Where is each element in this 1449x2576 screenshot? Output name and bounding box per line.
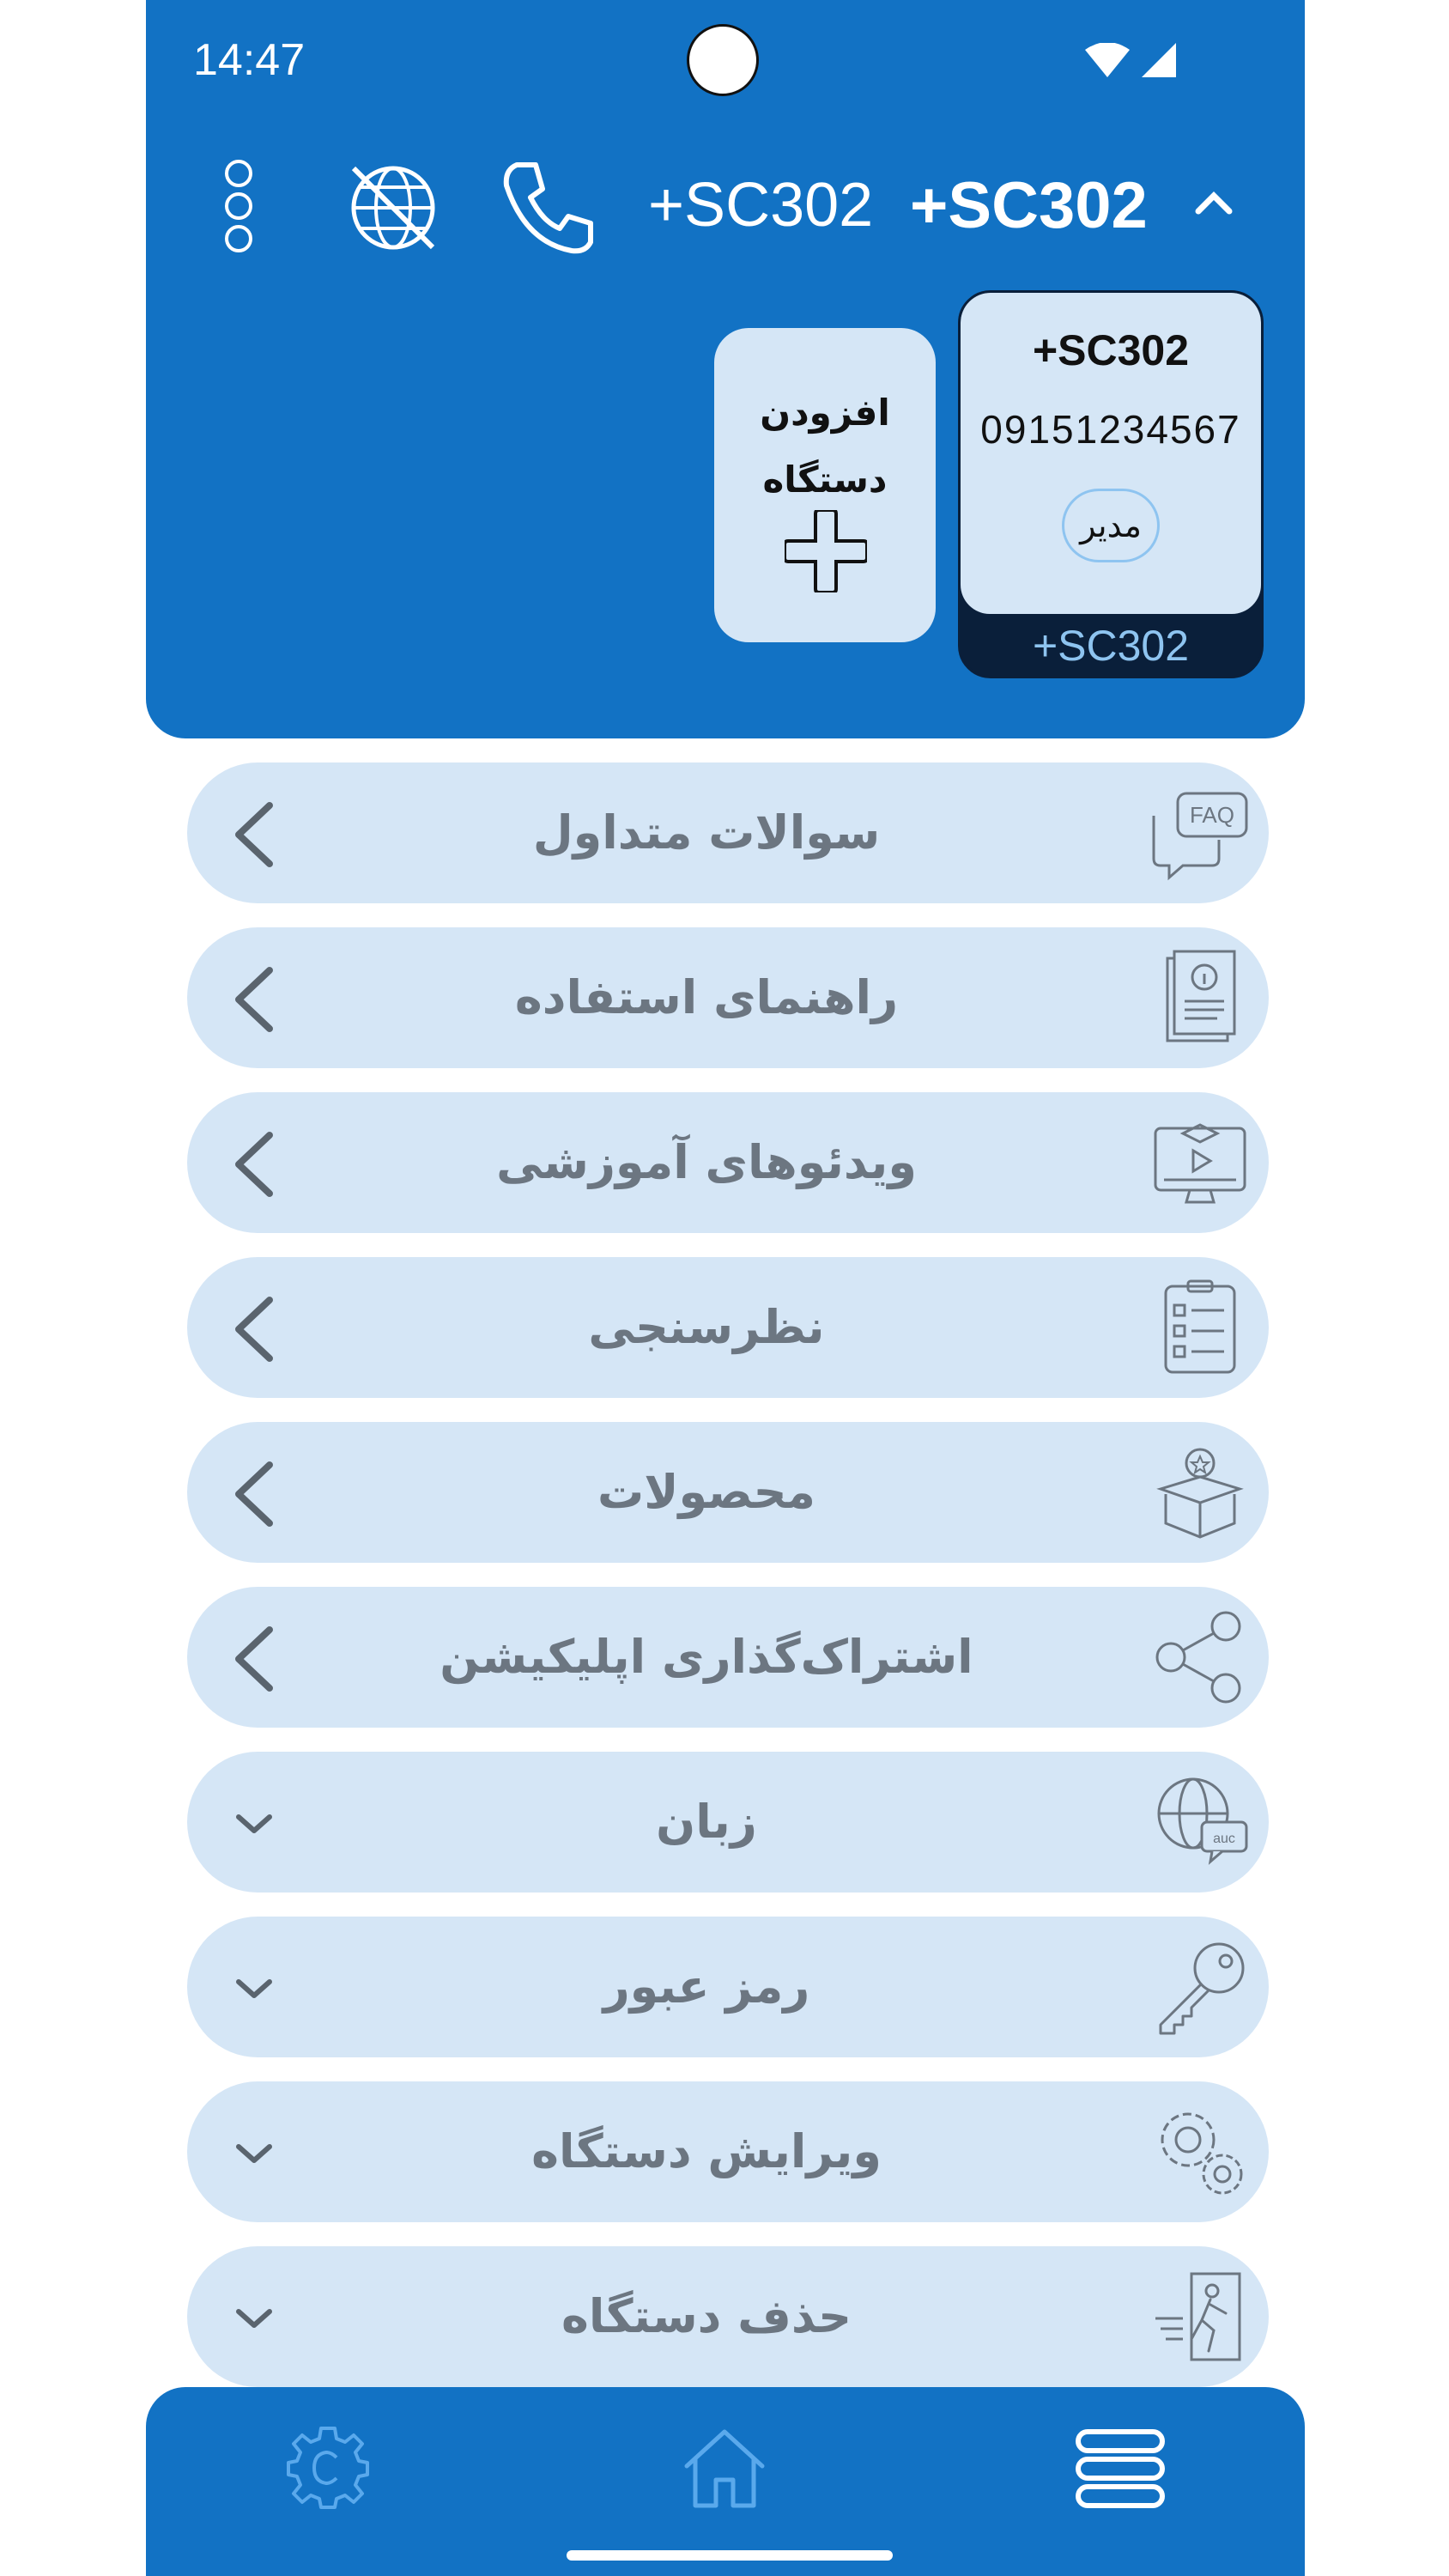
home-icon[interactable] bbox=[680, 2423, 769, 2512]
menu-item-edit-device[interactable]: ویرایش دستگاه bbox=[187, 2081, 1269, 2222]
device-card-name: +SC302 bbox=[1032, 326, 1190, 374]
menu-item-label: محصولات bbox=[597, 1465, 815, 1519]
bottom-navigation bbox=[146, 2387, 1305, 2576]
device-title[interactable]: +SC302 bbox=[910, 168, 1148, 243]
chevron-left-icon bbox=[235, 1626, 273, 1692]
signal-icon bbox=[1142, 43, 1176, 77]
chevron-left-icon bbox=[235, 802, 273, 867]
plus-icon bbox=[785, 510, 867, 592]
product-box-icon bbox=[1156, 1448, 1244, 1539]
chevron-left-icon bbox=[235, 1297, 273, 1362]
home-indicator[interactable] bbox=[567, 2550, 893, 2561]
add-device-label-2: دستگاه bbox=[762, 459, 888, 501]
chevron-down-icon bbox=[236, 1814, 272, 1833]
faq-icon: FAQ bbox=[1152, 792, 1248, 881]
more-options-icon[interactable] bbox=[221, 155, 256, 258]
menu-item-label: راهنمای استفاده bbox=[514, 970, 899, 1024]
menu-item-label: ویدئوهای آموزشی bbox=[496, 1135, 917, 1189]
chevron-left-icon bbox=[235, 1132, 273, 1197]
chevron-down-icon bbox=[236, 1979, 272, 1998]
menu-item-faq[interactable]: سوالات متداول FAQ bbox=[187, 762, 1269, 903]
menu-stack-icon[interactable] bbox=[1073, 2423, 1167, 2512]
menu-item-label: ویرایش دستگاه bbox=[531, 2124, 882, 2178]
chevron-left-icon bbox=[235, 1461, 273, 1527]
svg-text:auc: auc bbox=[1213, 1832, 1235, 1846]
chevron-down-icon bbox=[236, 2309, 272, 2328]
add-device-label-1: افزودن bbox=[760, 392, 890, 434]
phone-call-icon[interactable] bbox=[500, 160, 596, 256]
share-icon bbox=[1155, 1611, 1241, 1704]
device-card-phone: 09151234567 bbox=[980, 407, 1241, 452]
offline-globe-icon[interactable] bbox=[342, 156, 445, 259]
chevron-down-icon bbox=[236, 2144, 272, 2163]
exit-door-icon bbox=[1155, 2272, 1241, 2361]
chevron-up-icon[interactable] bbox=[1195, 189, 1233, 215]
status-time: 14:47 bbox=[193, 35, 306, 85]
guide-document-icon bbox=[1166, 950, 1236, 1042]
menu-item-label: رمز عبور bbox=[603, 1959, 810, 2014]
menu-item-label: اشتراک‌گذاری اپلیکیشن bbox=[440, 1630, 973, 1684]
menu-item-share[interactable]: اشتراک‌گذاری اپلیکیشن bbox=[187, 1587, 1269, 1728]
menu-item-products[interactable]: محصولات bbox=[187, 1422, 1269, 1563]
settings-gear-icon[interactable] bbox=[283, 2423, 373, 2512]
menu-item-delete-device[interactable]: حذف دستگاه bbox=[187, 2246, 1269, 2387]
svg-text:FAQ: FAQ bbox=[1190, 802, 1234, 828]
device-card[interactable]: +SC302 09151234567 مدیر +SC302 bbox=[958, 290, 1264, 678]
status-icons bbox=[1085, 43, 1176, 77]
menu-item-survey[interactable]: نظرسنجی bbox=[187, 1257, 1269, 1398]
menu-item-videos[interactable]: ویدئوهای آموزشی bbox=[187, 1092, 1269, 1233]
menu-item-label: حذف دستگاه bbox=[561, 2289, 852, 2343]
menu-item-guide[interactable]: راهنمای استفاده bbox=[187, 927, 1269, 1068]
wifi-icon bbox=[1085, 43, 1130, 77]
key-icon bbox=[1159, 1942, 1245, 2035]
menu-item-language[interactable]: زبان auc bbox=[187, 1752, 1269, 1893]
menu-item-label: زبان bbox=[656, 1795, 757, 1849]
device-title-secondary: +SC302 bbox=[648, 171, 874, 240]
device-card-footer: +SC302 bbox=[1032, 622, 1190, 670]
app-header: 14:47 +SC302 +SC302 افزودن دستگاه +SC302… bbox=[146, 0, 1305, 738]
menu-item-password[interactable]: رمز عبور bbox=[187, 1917, 1269, 2057]
language-globe-icon: auc bbox=[1157, 1777, 1248, 1865]
survey-checklist-icon bbox=[1164, 1279, 1236, 1374]
menu-item-label: سوالات متداول bbox=[532, 805, 881, 860]
camera-cutout bbox=[687, 24, 759, 96]
device-card-body: +SC302 09151234567 مدیر bbox=[961, 293, 1261, 614]
chevron-left-icon bbox=[235, 967, 273, 1032]
video-tutorial-icon bbox=[1154, 1123, 1246, 1204]
menu-item-label: نظرسنجی bbox=[588, 1300, 825, 1354]
add-device-card[interactable]: افزودن دستگاه bbox=[714, 328, 936, 642]
gears-icon bbox=[1161, 2112, 1243, 2195]
device-card-role-badge: مدیر bbox=[1062, 489, 1160, 562]
